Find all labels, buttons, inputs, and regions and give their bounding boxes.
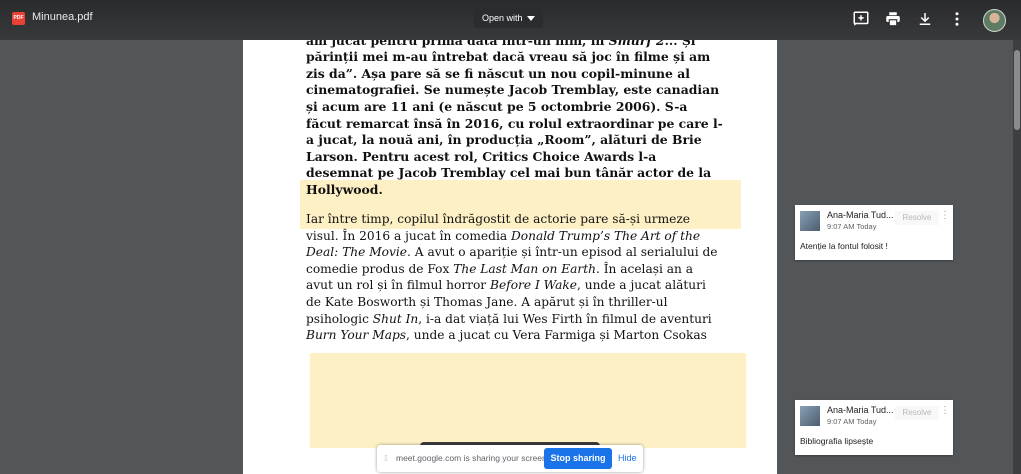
add-comment-icon[interactable]: [852, 10, 870, 28]
comment-card[interactable]: Ana-Maria Tud... 9:07 AM Today Resolve ⋮…: [795, 400, 953, 455]
comment-text: Bibliografia lipsește: [800, 436, 874, 446]
document-title: Minunea.pdf: [32, 11, 93, 23]
open-with-label: Open with: [482, 13, 523, 23]
paragraph-2: Iar între timp, copilul îndrăgostit de a…: [306, 212, 718, 343]
stop-sharing-button[interactable]: Stop sharing: [544, 448, 612, 469]
avatar: [800, 406, 820, 426]
pdf-file-icon: PDF: [12, 12, 25, 25]
print-icon[interactable]: [884, 10, 902, 28]
open-with-button[interactable]: Open with: [474, 8, 543, 28]
avatar: [800, 211, 820, 231]
more-vert-icon[interactable]: [948, 10, 966, 28]
drag-handle-icon[interactable]: ⁞⁞: [384, 454, 388, 463]
more-vert-icon[interactable]: ⋮: [940, 210, 950, 221]
pdf-page: „Mi-am dorit să joc în filme de când ave…: [243, 0, 777, 474]
more-vert-icon[interactable]: ⋮: [940, 405, 950, 416]
comment-time: 9:07 AM Today: [827, 417, 877, 426]
comment-author: Ana-Maria Tud...: [827, 405, 893, 415]
hide-button[interactable]: Hide: [618, 453, 637, 463]
paragraph-1: „Mi-am dorit să joc în filme de când ave…: [306, 16, 723, 197]
account-avatar[interactable]: [983, 9, 1006, 32]
resolve-button[interactable]: Resolve: [895, 211, 939, 225]
comment-author: Ana-Maria Tud...: [827, 210, 893, 220]
scroll-thumb[interactable]: [1014, 50, 1020, 130]
scrollbar[interactable]: [1013, 40, 1021, 474]
screen-share-bar: ⁞⁞ meet.google.com is sharing your scree…: [377, 445, 643, 472]
comment-card[interactable]: Ana-Maria Tud... 9:07 AM Today Resolve ⋮…: [795, 205, 953, 260]
viewer-toolbar: PDF Minunea.pdf Open with: [0, 0, 1021, 40]
comment-time: 9:07 AM Today: [827, 222, 877, 231]
download-icon[interactable]: [916, 10, 934, 28]
resolve-button[interactable]: Resolve: [895, 406, 939, 420]
caret-down-icon: [526, 15, 535, 21]
share-message: meet.google.com is sharing your screen.: [396, 453, 550, 463]
comment-text: Atenție la fontul folosit !: [800, 241, 888, 251]
highlight-comment-2[interactable]: [310, 353, 746, 448]
